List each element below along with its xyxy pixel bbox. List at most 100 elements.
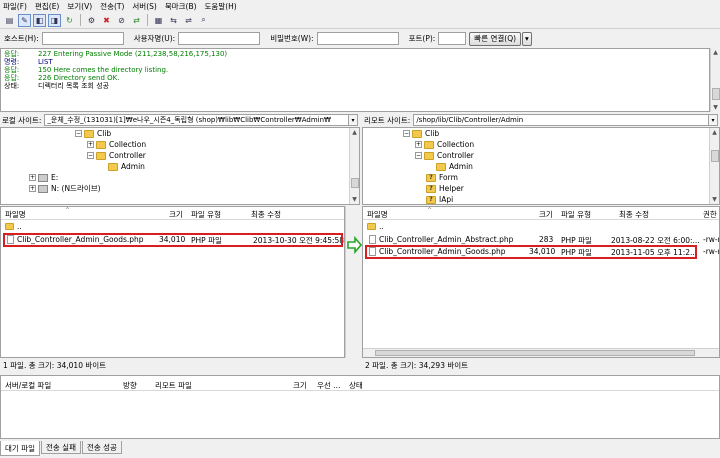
username-label: 사용자명(U): [133, 34, 176, 43]
column-modified[interactable]: 최종 수정 [251, 209, 281, 220]
tree-item-controller[interactable]: − Controller [87, 150, 146, 161]
tab-successful-transfers[interactable]: 전송 성공 [81, 441, 122, 454]
column-size[interactable]: 크기 [169, 209, 183, 220]
refresh-icon[interactable]: ↻ [63, 14, 76, 27]
menu-item[interactable]: 전송(T) [100, 1, 124, 12]
expand-icon[interactable]: + [29, 185, 36, 192]
log-text: 디렉터리 목록 조회 성공 [38, 82, 110, 90]
file-row[interactable]: Clib_Controller_Admin_Abstract.php 283 P… [363, 234, 719, 245]
search-icon[interactable]: ⌕ [197, 14, 210, 27]
collapse-icon[interactable]: − [415, 152, 422, 159]
remote-path-input[interactable]: /shop/lib/Clib/Controller/Admin [413, 114, 709, 126]
remote-path-dropdown[interactable]: ▾ [709, 114, 718, 126]
tab-failed-transfers[interactable]: 전송 실패 [40, 441, 81, 454]
local-list-scrollbar[interactable] [345, 206, 357, 358]
cancel-icon[interactable]: ✖ [100, 14, 113, 27]
scroll-down-icon[interactable]: ▼ [710, 195, 719, 204]
expand-icon[interactable]: + [415, 141, 422, 148]
log-label: 응답: [4, 66, 20, 74]
menu-item[interactable]: 서버(S) [132, 1, 156, 12]
tree-item-iapi[interactable]: ? IApi [426, 194, 453, 204]
log-text: 226 Directory send OK. [38, 74, 120, 82]
scroll-up-icon[interactable]: ▲ [350, 128, 359, 137]
column-modified[interactable]: 최종 수정 [619, 209, 649, 220]
sync-browse-icon[interactable]: ⇌ [182, 14, 195, 27]
expand-icon[interactable]: + [87, 141, 94, 148]
reconnect-icon[interactable]: ⇄ [130, 14, 143, 27]
remote-site-label: 리모트 사이트: [364, 115, 411, 125]
port-input[interactable] [438, 32, 467, 45]
remote-tree-scrollbar[interactable]: ▲ ▼ [709, 128, 719, 204]
column-size[interactable]: 크기 [539, 209, 553, 220]
remote-list-header: 파일명 ^ 크기 파일 유형 최종 수정 권한 [363, 207, 719, 220]
tree-item-drive-n[interactable]: + N: (N드라이브) [29, 183, 101, 194]
scroll-down-icon[interactable]: ▼ [350, 195, 359, 204]
remote-file-highlight [365, 245, 697, 259]
scroll-up-icon[interactable]: ▲ [710, 128, 719, 137]
site-manager-icon[interactable]: ▤ [3, 14, 16, 27]
quickconnect-history-dropdown[interactable]: ▾ [522, 31, 532, 46]
tree-item-collection[interactable]: + Collection [415, 139, 474, 150]
collapse-icon[interactable]: − [87, 152, 94, 159]
scroll-thumb[interactable] [351, 178, 359, 188]
toggle-log-icon[interactable]: ✎ [18, 13, 31, 27]
local-path-dropdown[interactable]: ▾ [349, 114, 358, 126]
tree-item-admin[interactable]: Admin [436, 161, 473, 172]
quickconnect-button[interactable]: 빠른 연결(Q) [469, 31, 522, 46]
filter-icon[interactable]: ▦ [152, 14, 165, 27]
column-filename[interactable]: 파일명 [5, 209, 26, 220]
local-list-header: 파일명 ^ 크기 파일 유형 최종 수정 [1, 207, 344, 220]
folder-icon [96, 140, 106, 149]
toggle-local-tree-icon[interactable]: ◧ [33, 13, 46, 27]
tree-item-form[interactable]: ? Form [426, 172, 458, 183]
scroll-thumb[interactable] [375, 350, 695, 356]
scroll-up-icon[interactable]: ▲ [711, 48, 720, 57]
disconnect-icon[interactable]: ⊘ [115, 14, 128, 27]
menu-item[interactable]: 편집(E) [35, 1, 59, 12]
column-permissions[interactable]: 권한 [703, 209, 717, 220]
folder-icon [84, 129, 94, 138]
column-type[interactable]: 파일 유형 [191, 209, 221, 220]
log-text: 227 Entering Passive Mode (211,238,58,21… [38, 50, 228, 58]
password-input[interactable] [316, 32, 399, 45]
process-queue-icon[interactable]: ⚙ [85, 14, 98, 27]
sort-indicator-icon: ^ [427, 207, 433, 214]
column-filename[interactable]: 파일명 [367, 209, 388, 220]
menu-item[interactable]: 북마크(B) [165, 1, 197, 12]
local-tree-scrollbar[interactable]: ▲ ▼ [349, 128, 359, 204]
scroll-down-icon[interactable]: ▼ [711, 103, 720, 112]
log-text: LIST [38, 58, 53, 66]
file-row-parent[interactable]: .. [1, 221, 344, 232]
tree-item-collection[interactable]: + Collection [87, 139, 146, 150]
host-input[interactable] [41, 32, 124, 45]
scroll-thumb[interactable] [711, 150, 719, 162]
tree-item-clib[interactable]: − Clib [403, 128, 439, 139]
remote-list-hscrollbar[interactable] [363, 348, 719, 357]
username-input[interactable] [178, 32, 261, 45]
remote-site-bar: 리모트 사이트: /shop/lib/Clib/Controller/Admin… [364, 113, 718, 127]
tree-item-drive-e[interactable]: + E: [29, 172, 58, 183]
collapse-icon[interactable]: − [403, 130, 410, 137]
log-label: 응답: [4, 50, 20, 58]
log-text: 150 Here comes the directory listing. [38, 66, 169, 74]
collapse-icon[interactable]: − [75, 130, 82, 137]
local-directory-tree: − Clib + Collection − Controller Admin + E: … [0, 127, 360, 205]
menu-item[interactable]: 보기(V) [67, 1, 92, 12]
scroll-thumb[interactable] [712, 88, 720, 100]
menu-item[interactable]: 도움말(H) [205, 1, 237, 12]
column-type[interactable]: 파일 유형 [561, 209, 591, 220]
tree-item-admin[interactable]: Admin [108, 161, 145, 172]
toolbar: ▤ ✎ ◧ ◨ ↻ ⚙ ✖ ⊘ ⇄ ▦ ⇆ ⇌ ⌕ [0, 12, 720, 29]
local-path-input[interactable]: _운체_수정_(131031)[1]₩e나우_시즌4_독립형 (shop)₩li… [44, 114, 349, 126]
expand-icon[interactable]: + [29, 174, 36, 181]
file-row-parent[interactable]: .. [363, 221, 719, 232]
menu-item[interactable]: 파일(F) [3, 1, 27, 12]
tree-item-clib[interactable]: − Clib [75, 128, 111, 139]
tab-queued-files[interactable]: 대기 파일 [0, 441, 40, 456]
log-scrollbar[interactable]: ▲ ▼ [710, 48, 720, 112]
tree-item-helper[interactable]: ? Helper [426, 183, 464, 194]
local-site-bar: 로컬 사이트: _운체_수정_(131031)[1]₩e나우_시즌4_독립형 (… [2, 113, 358, 127]
compare-icon[interactable]: ⇆ [167, 14, 180, 27]
toggle-remote-tree-icon[interactable]: ◨ [48, 13, 61, 27]
tree-item-controller[interactable]: − Controller [415, 150, 474, 161]
